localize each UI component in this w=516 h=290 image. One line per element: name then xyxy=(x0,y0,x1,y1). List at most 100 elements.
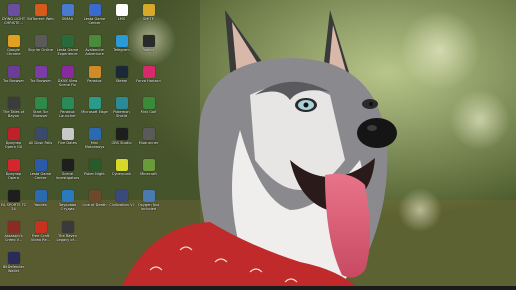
desktop-icon[interactable]: Lesta Game Experience xyxy=(54,35,81,63)
game-icon xyxy=(142,66,155,78)
game-icon xyxy=(88,128,101,140)
desktop-icon-label: The Tales of Bayon xyxy=(2,110,25,119)
desktop-icon[interactable]: Five Dates xyxy=(54,128,81,156)
desktop-icon[interactable]: Звуковая Студия xyxy=(54,190,81,218)
desktop-icon[interactable]: Tor Browser xyxy=(27,66,54,94)
desktop-icon[interactable]: The Raven Legacy of ... xyxy=(54,221,81,249)
game-icon xyxy=(115,190,128,202)
desktop-icon-label: Yandex xyxy=(34,203,47,207)
desktop-icon[interactable]: Yandex xyxy=(27,190,54,218)
desktop-icon-label: Scene Investigators xyxy=(55,172,80,181)
desktop-icon[interactable]: BitDefender Wallet xyxy=(0,252,27,280)
desktop-icon-label: Google Chrome xyxy=(6,48,21,57)
desktop-icon-label: Roblox xyxy=(142,48,155,52)
desktop-icon[interactable]: Lesta Game Center xyxy=(27,159,54,187)
desktop-icon[interactable]: Roblox xyxy=(135,35,162,63)
desktop-icon[interactable]: DYING LIGHT CHRISTE... xyxy=(0,4,27,32)
desktop-icon[interactable]: Start Tor Browser xyxy=(27,97,54,125)
desktop-icon-label: Skyrim Online xyxy=(27,48,54,52)
app-icon xyxy=(61,97,74,109)
desktop-icon[interactable]: Paradox Launcher xyxy=(54,97,81,125)
desktop-icon[interactable]: LMS xyxy=(108,4,135,32)
game-icon xyxy=(61,221,74,233)
desktop-icon-label: Telegram xyxy=(113,48,130,52)
app-icon xyxy=(61,66,74,78)
desktop-icon[interactable]: Avalanche Adventure xyxy=(81,35,108,63)
desktop-icon[interactable]: Scene Investigators xyxy=(54,159,81,187)
tor-icon xyxy=(34,97,47,109)
desktop-icon-label: BitDefender Wallet xyxy=(2,265,25,274)
game-icon xyxy=(88,35,101,47)
game-icon xyxy=(115,159,128,171)
game-icon xyxy=(61,128,74,140)
desktop-icon-label: The Raven Legacy of ... xyxy=(56,234,79,243)
desktop-icon-label: LMS xyxy=(117,17,126,21)
desktop-icon[interactable]: Minecraft xyxy=(135,159,162,187)
desktop-icon[interactable]: SMITE xyxy=(135,4,162,32)
desktop-icon[interactable]: Poker Night xyxy=(81,159,108,187)
desktop-icon[interactable]: Mini Golf xyxy=(135,97,162,125)
desktop-icon-label: Paradox Launcher xyxy=(59,110,76,119)
game-icon xyxy=(34,128,47,140)
desktop-icon[interactable]: EA SPORTS FC 24 xyxy=(0,190,27,218)
chrome-icon xyxy=(7,35,20,47)
desktop-icon-label: Браузер Opera GX xyxy=(4,141,23,150)
desktop-icon-label: Браузер Opera xyxy=(5,172,22,181)
desktop-icon[interactable]: Line of Death xyxy=(81,190,108,218)
desktop-icon[interactable]: Skyrim Online xyxy=(27,35,54,63)
taskbar[interactable] xyxy=(0,286,516,290)
game-icon xyxy=(88,4,101,16)
desktop-icon[interactable]: Браузер Opera GX xyxy=(0,128,27,156)
desktop-icon-label: Five Dates xyxy=(58,141,77,145)
desktop-icon[interactable]: Telegram xyxy=(108,35,135,63)
desktop-icon[interactable]: Paradox xyxy=(81,66,108,94)
desktop-icon-label: Line of Death xyxy=(82,203,107,207)
desktop-icon-label: Cyberpunk xyxy=(111,172,132,176)
desktop-icon[interactable]: BitTorrent Web xyxy=(27,4,54,32)
desktop-icon-label: DXVK View Scene Fix xyxy=(57,79,78,88)
desktop-icon-label: Звуковая Студия xyxy=(58,203,77,212)
desktop-icon[interactable]: Steam xyxy=(108,66,135,94)
desktop-icon[interactable]: Mudrunner xyxy=(135,128,162,156)
game-icon xyxy=(142,159,155,171)
desktop-icon[interactable]: Mini Motorways xyxy=(81,128,108,156)
desktop-icon[interactable]: Civilization VI xyxy=(108,190,135,218)
app-icon xyxy=(115,4,128,16)
desktop-icon-label: Start Tor Browser xyxy=(32,110,49,119)
desktop-icon-label: OBS Studio xyxy=(111,141,132,145)
desktop-icon-label: Oxygen Not Included xyxy=(137,203,160,212)
desktop-icon[interactable]: Google Chrome xyxy=(0,35,27,63)
desktop-icon[interactable]: All Dusk Falls xyxy=(27,128,54,156)
roblox-icon xyxy=(142,35,155,47)
desktop-icon-label: Lesta Game Experience xyxy=(56,48,79,57)
desktop-icon[interactable]: Assassin's Creed V... xyxy=(0,221,27,249)
desktop-icon-label: Steam xyxy=(115,79,128,83)
desktop-icon[interactable]: Lesta Game Center xyxy=(81,4,108,32)
desktop-icon-label: Lesta Game Center xyxy=(29,172,52,181)
desktop-icon[interactable]: Oxygen Not Included xyxy=(135,190,162,218)
game-icon xyxy=(34,190,47,202)
game-icon xyxy=(34,221,47,233)
desktop-icon-label: BitTorrent Web xyxy=(27,17,54,21)
desktop-icon[interactable]: Microsoft Edge xyxy=(81,97,108,125)
app-icon xyxy=(61,4,74,16)
desktop-icon[interactable]: The Tales of Bayon xyxy=(0,97,27,125)
game-icon xyxy=(34,159,47,171)
desktop-icon-label: Free Craft Video Re... xyxy=(30,234,51,243)
game-icon xyxy=(142,4,155,16)
desktop-icon[interactable]: DXVK View Scene Fix xyxy=(54,66,81,94)
telegram-icon xyxy=(115,35,128,47)
desktop-icon[interactable]: Pokemon Shield xyxy=(108,97,135,125)
desktop-icon[interactable]: Forza Horizon xyxy=(135,66,162,94)
desktop-icon-label: Avalanche Adventure xyxy=(85,48,104,57)
desktop-icon-label: Assassin's Creed V... xyxy=(4,234,23,243)
desktop-icon[interactable]: Браузер Opera xyxy=(0,159,27,187)
desktop-icon[interactable]: Tor Browser xyxy=(0,66,27,94)
desktop-icon[interactable]: OBS Studio xyxy=(108,128,135,156)
desktop-icon-label: Mini Motorways xyxy=(84,141,105,150)
desktop-icon[interactable]: Cyberpunk xyxy=(108,159,135,187)
game-icon xyxy=(142,190,155,202)
game-icon xyxy=(7,4,20,16)
desktop-icon[interactable]: SIMAX xyxy=(54,4,81,32)
desktop-icon[interactable]: Free Craft Video Re... xyxy=(27,221,54,249)
